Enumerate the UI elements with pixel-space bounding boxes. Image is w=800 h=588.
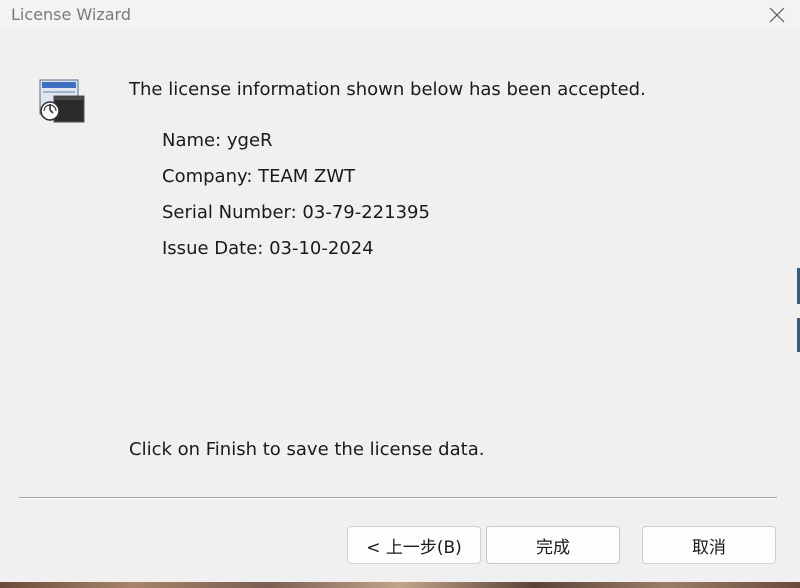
license-wizard-dialog: License Wizard The license information s… [0, 0, 800, 588]
finish-button[interactable]: 完成 [486, 526, 620, 564]
close-button[interactable] [754, 0, 800, 30]
window-title: License Wizard [11, 5, 131, 24]
license-wizard-icon [39, 79, 85, 123]
info-name: Name: ygeR [162, 130, 273, 151]
back-button[interactable]: < 上一步(B) [347, 526, 481, 564]
info-serial-number: Serial Number: 03-79-221395 [162, 202, 430, 223]
desktop-background-strip [0, 582, 800, 588]
title-bar[interactable]: License Wizard [0, 0, 800, 30]
close-icon [769, 7, 785, 23]
info-company: Company: TEAM ZWT [162, 166, 356, 187]
cancel-button[interactable]: 取消 [642, 526, 776, 564]
info-issue-date: Issue Date: 03-10-2024 [162, 238, 374, 259]
divider [19, 497, 777, 499]
intro-text: The license information shown below has … [129, 79, 646, 100]
finish-instruction-text: Click on Finish to save the license data… [129, 439, 485, 460]
